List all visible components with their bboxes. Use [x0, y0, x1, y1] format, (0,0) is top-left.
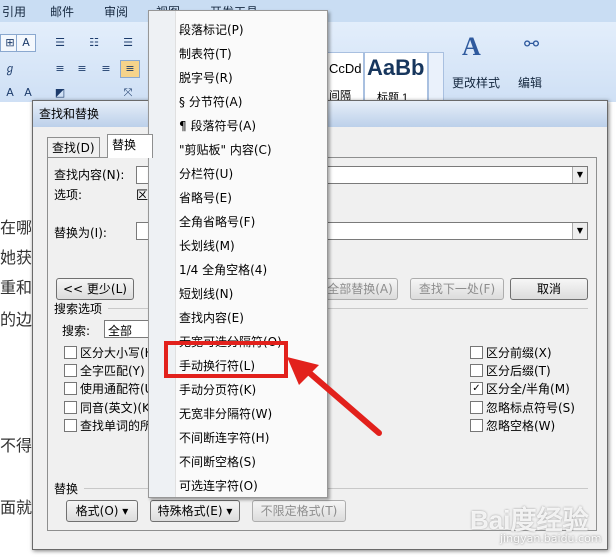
checkbox-label: 忽略标点符号(S): [486, 401, 575, 415]
options-label: 选项:: [54, 188, 83, 202]
whole-word-checkbox[interactable]: [64, 364, 77, 377]
tab-mailings[interactable]: 邮件: [50, 3, 74, 20]
checkbox-label: 使用通配符(U): [80, 382, 159, 396]
justify-icon[interactable]: ≡: [120, 60, 140, 78]
search-direction-value: 全部: [108, 324, 133, 338]
dialog-title: 查找和替换: [39, 107, 100, 121]
style-preview: CcDd: [329, 61, 362, 76]
menu-item[interactable]: 省略号(E): [179, 189, 232, 206]
format-button-label: 格式(O): [75, 504, 119, 518]
checkbox-label: 区分后缀(T): [486, 364, 551, 378]
doc-text: 重和: [0, 278, 33, 297]
style-preview: AaBb: [367, 55, 425, 80]
find-next-button[interactable]: 查找下一处(F): [410, 278, 504, 300]
find-label: 查找内容(N):: [54, 168, 125, 182]
menu-item[interactable]: 分栏符(U): [179, 165, 233, 182]
menu-gutter: [149, 11, 176, 497]
replace-section-title: 替换: [54, 482, 79, 496]
menu-item[interactable]: 可选连字符(O): [179, 477, 258, 494]
menu-item[interactable]: 全角省略号(F): [179, 213, 255, 230]
menu-item[interactable]: 无宽非分隔符(W): [179, 405, 272, 422]
edit-label: 编辑: [518, 76, 543, 90]
match-suffix-checkbox[interactable]: [470, 364, 483, 377]
options-value: 区: [136, 188, 149, 202]
checkbox-label: 全字匹配(Y): [80, 364, 145, 378]
multilevel-list-icon[interactable]: ☰: [118, 34, 138, 52]
binoculars-icon: ⚯: [524, 34, 540, 55]
checkbox-label: 忽略空格(W): [486, 419, 556, 433]
menu-item[interactable]: 查找内容(E): [179, 309, 244, 326]
align-center-icon[interactable]: ≡: [72, 60, 92, 78]
special-button[interactable]: 特殊格式(E) ▾: [150, 500, 240, 522]
align-right-icon[interactable]: ≡: [96, 60, 116, 78]
match-width-checkbox[interactable]: ✓: [470, 382, 483, 395]
watermark-url: jingyan.baidu.com: [500, 532, 602, 545]
all-word-forms-checkbox[interactable]: [64, 419, 77, 432]
numbering-icon[interactable]: ☷: [84, 34, 104, 52]
tab-review[interactable]: 审阅: [104, 3, 128, 20]
menu-item[interactable]: 脱字号(R): [179, 69, 233, 86]
menu-item[interactable]: 1/4 全角空格(4): [179, 261, 267, 278]
menu-item[interactable]: 长划线(M): [179, 237, 235, 254]
menu-item[interactable]: 段落标记(P): [179, 21, 244, 38]
tab-replace[interactable]: 替换(P): [107, 134, 153, 158]
wildcards-checkbox[interactable]: [64, 382, 77, 395]
search-label: 搜索:: [62, 324, 91, 338]
replace-all-button[interactable]: 全部替换(A): [322, 278, 398, 300]
checkbox-label: 区分全/半角(M): [486, 382, 570, 396]
menu-item[interactable]: 短划线(N): [179, 285, 233, 302]
chevron-down-icon[interactable]: ▼: [572, 167, 587, 183]
cancel-button[interactable]: 取消: [510, 278, 588, 300]
edit-button[interactable]: ⚯ 编辑: [514, 30, 554, 96]
ignore-punct-checkbox[interactable]: [470, 401, 483, 414]
align-left-icon[interactable]: ≡: [50, 60, 70, 78]
checkbox-label: 同音(英文)(K): [80, 401, 155, 415]
change-styles-label: 更改样式: [452, 76, 501, 90]
menu-item[interactable]: 手动分页符(K): [179, 381, 256, 398]
tab-references[interactable]: 引用: [2, 3, 26, 20]
search-options-title: 搜索选项: [54, 302, 103, 316]
clear-format-icon[interactable]: ℊ: [0, 60, 20, 78]
no-format-button[interactable]: 不限定格式(T): [252, 500, 346, 522]
checkbox-label: 区分大小写(H): [80, 346, 159, 360]
highlight-icon[interactable]: A: [0, 84, 20, 102]
bullets-icon[interactable]: ☰: [50, 34, 70, 52]
replace-label: 替换为(I):: [54, 226, 107, 240]
ignore-space-checkbox[interactable]: [470, 419, 483, 432]
menu-item[interactable]: "剪贴板" 内容(C): [179, 141, 272, 158]
menu-item[interactable]: 不间断空格(S): [179, 453, 256, 470]
sounds-like-checkbox[interactable]: [64, 401, 77, 414]
less-button[interactable]: << 更少(L): [56, 278, 134, 300]
match-case-checkbox[interactable]: [64, 346, 77, 359]
menu-item[interactable]: 制表符(T): [179, 45, 232, 62]
checkbox-label: 区分前缀(X): [486, 346, 552, 360]
doc-text: 在哪: [0, 218, 33, 237]
change-styles-button[interactable]: A 更改样式: [448, 30, 504, 96]
special-button-label: 特殊格式(E): [157, 504, 223, 518]
annotation-highlight-box: [164, 341, 288, 378]
menu-item[interactable]: § 分节符(A): [179, 93, 242, 110]
annotation-arrow-icon: [287, 357, 382, 436]
doc-text: 的边: [0, 310, 33, 329]
format-button[interactable]: 格式(O) ▾: [66, 500, 138, 522]
doc-text: 她获: [0, 248, 33, 267]
change-styles-icon: A: [462, 32, 481, 61]
char-border-icon[interactable]: A: [16, 34, 36, 52]
match-prefix-checkbox[interactable]: [470, 346, 483, 359]
tab-find[interactable]: 查找(D): [47, 137, 100, 158]
menu-item[interactable]: ¶ 段落符号(A): [179, 117, 256, 134]
menu-item[interactable]: 不间断连字符(H): [179, 429, 269, 446]
chevron-down-icon[interactable]: ▼: [572, 223, 587, 239]
doc-text: 面就: [0, 498, 33, 517]
